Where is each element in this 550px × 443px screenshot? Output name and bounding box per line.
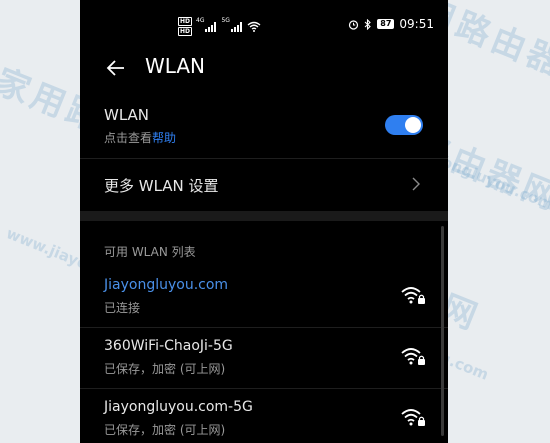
wifi-locked-icon: [401, 287, 425, 304]
network-status: 已保存，加密 (可上网): [104, 423, 226, 437]
wlan-label: WLAN: [104, 106, 150, 124]
wifi-locked-icon: [401, 409, 425, 426]
status-right: 87 09:51: [348, 17, 434, 31]
network-list-title: 可用 WLAN 列表: [104, 245, 196, 259]
screenshot-stage: 家用路由器网 www.jiayongluyou.com 家用路由器网 www.j…: [0, 0, 550, 443]
wlan-toggle-row[interactable]: WLAN 点击查看帮助: [80, 96, 448, 159]
status-bar: HD HD 4G 5G 87 09:51: [80, 0, 448, 44]
network-item[interactable]: Jiayongluyou.com 已连接: [80, 267, 448, 328]
help-prefix: 点击查看: [104, 131, 153, 145]
chevron-right-icon: [412, 177, 420, 191]
wifi-locked-icon: [401, 348, 425, 365]
wlan-help-text: 点击查看帮助: [104, 129, 176, 146]
network-list-header: 可用 WLAN 列表: [80, 221, 448, 267]
network-status: 已保存，加密 (可上网): [104, 362, 226, 376]
sim2-network-label: 5G: [221, 17, 230, 24]
section-divider: [80, 211, 448, 221]
network-status: 已连接: [104, 301, 141, 315]
more-settings-label: 更多 WLAN 设置: [104, 177, 219, 195]
list-scrollbar[interactable]: [441, 226, 444, 436]
more-wlan-settings-row[interactable]: 更多 WLAN 设置: [80, 159, 448, 211]
network-item[interactable]: Jiayongluyou.com-5G 已保存，加密 (可上网): [80, 389, 448, 443]
phone-screen: HD HD 4G 5G 87 09:51 WLAN WLAN 点击查看帮助 更多…: [80, 0, 448, 443]
hd-badge: HD: [178, 17, 193, 26]
help-link[interactable]: 帮助: [152, 131, 176, 145]
network-ssid: Jiayongluyou.com-5G: [104, 399, 253, 415]
page-title: WLAN: [145, 54, 206, 78]
hd-badges: HD HD: [178, 17, 193, 36]
status-left: HD HD 4G 5G: [178, 17, 261, 36]
sim1-network-label: 4G: [196, 17, 205, 24]
network-item[interactable]: 360WiFi-ChaoJi-5G 已保存，加密 (可上网): [80, 328, 448, 389]
hd-badge: HD: [178, 27, 193, 36]
switch-knob: [405, 117, 421, 133]
signal-bars-icon: [205, 21, 217, 32]
signal-bars-icon: [230, 21, 242, 32]
wifi-status-icon: [247, 21, 261, 32]
network-ssid: 360WiFi-ChaoJi-5G: [104, 338, 233, 354]
status-time: 09:51: [399, 17, 434, 31]
bluetooth-icon: [364, 18, 372, 30]
title-bar: WLAN: [80, 44, 448, 96]
alarm-icon: [349, 19, 359, 30]
back-arrow-icon[interactable]: [106, 58, 126, 78]
wlan-switch[interactable]: [385, 115, 423, 135]
battery-indicator: 87: [377, 19, 395, 29]
network-ssid: Jiayongluyou.com: [104, 277, 229, 293]
